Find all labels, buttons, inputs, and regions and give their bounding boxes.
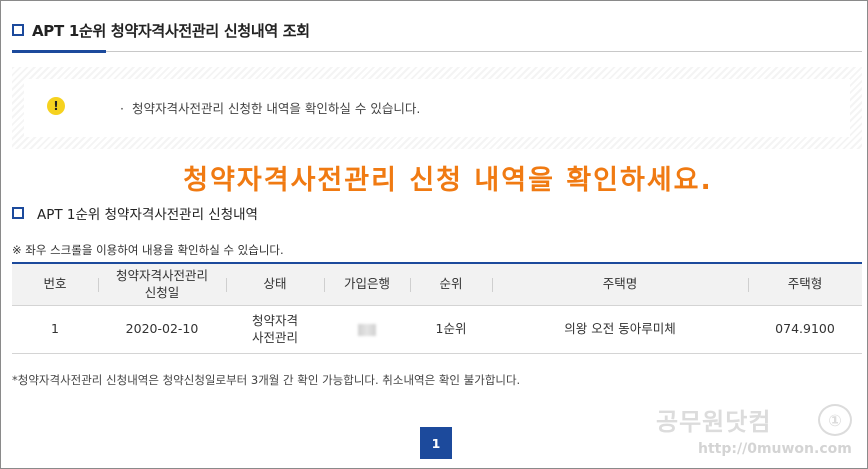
notice-bullet: · [120,101,124,116]
cell-bank [324,306,410,353]
notice-message: 청약자격사전관리 신청한 내역을 확인하실 수 있습니다. [131,101,421,116]
cell-house-type: 074.9100 [775,321,835,337]
cell-status: 청약자격 사전관리 [251,312,298,345]
cell-house-name: 의왕 오전 동아루미체 [564,321,676,337]
header-house-type: 주택형 [748,264,862,305]
header-bank: 가입은행 [324,264,410,305]
history-table: 번호 청약자격사전관리 신청일 상태 가입은행 순위 주택명 주택형 1 202… [12,262,862,354]
watermark-url: http://0muwon.com [698,441,852,457]
blurred-bank-name [358,323,376,336]
page-header: APT 1순위 청약자격사전관리 신청내역 조회 [12,12,862,53]
watermark-logo: ① [818,404,852,436]
notice-box: ! · 청약자격사전관리 신청한 내역을 확인하실 수 있습니다. [12,67,862,149]
cell-date: 2020-02-10 [125,321,199,337]
section-title-text: APT 1순위 청약자격사전관리 신청내역 [37,207,258,223]
page-title: APT 1순위 청약자격사전관리 신청내역 조회 [32,22,310,40]
square-bullet-icon [12,207,24,219]
header-house-name: 주택명 [492,264,748,305]
header-date: 청약자격사전관리 신청일 [98,264,226,305]
orange-banner: 청약자격사전관리 신청 내역을 확인하세요. [183,165,713,196]
header-accent-bar [12,50,106,53]
header-rank: 순위 [410,264,492,305]
header-no: 번호 [43,276,67,292]
notice-text: · 청약자격사전관리 신청한 내역을 확인하실 수 있습니다. [120,98,420,117]
pagination-page-1[interactable]: 1 [420,427,452,459]
cell-rank: 1순위 [435,321,467,337]
header-status: 상태 [226,264,324,305]
footnote: *청약자격사전관리 신청내역은 청약신청일로부터 3개월 간 확인 가능합니다.… [12,373,521,387]
scroll-note: ※ 좌우 스크롤을 이용하여 내용을 확인하실 수 있습니다. [12,243,284,257]
exclamation-icon: ! [47,97,65,115]
cell-no: 1 [51,321,59,337]
table-header: 번호 청약자격사전관리 신청일 상태 가입은행 순위 주택명 주택형 [12,264,862,306]
table-row: 1 2020-02-10 청약자격 사전관리 1순위 의왕 오전 동아루미체 0… [12,306,862,354]
watermark-title: 공무원닷컴 [656,408,772,436]
square-bullet-icon [12,24,24,36]
